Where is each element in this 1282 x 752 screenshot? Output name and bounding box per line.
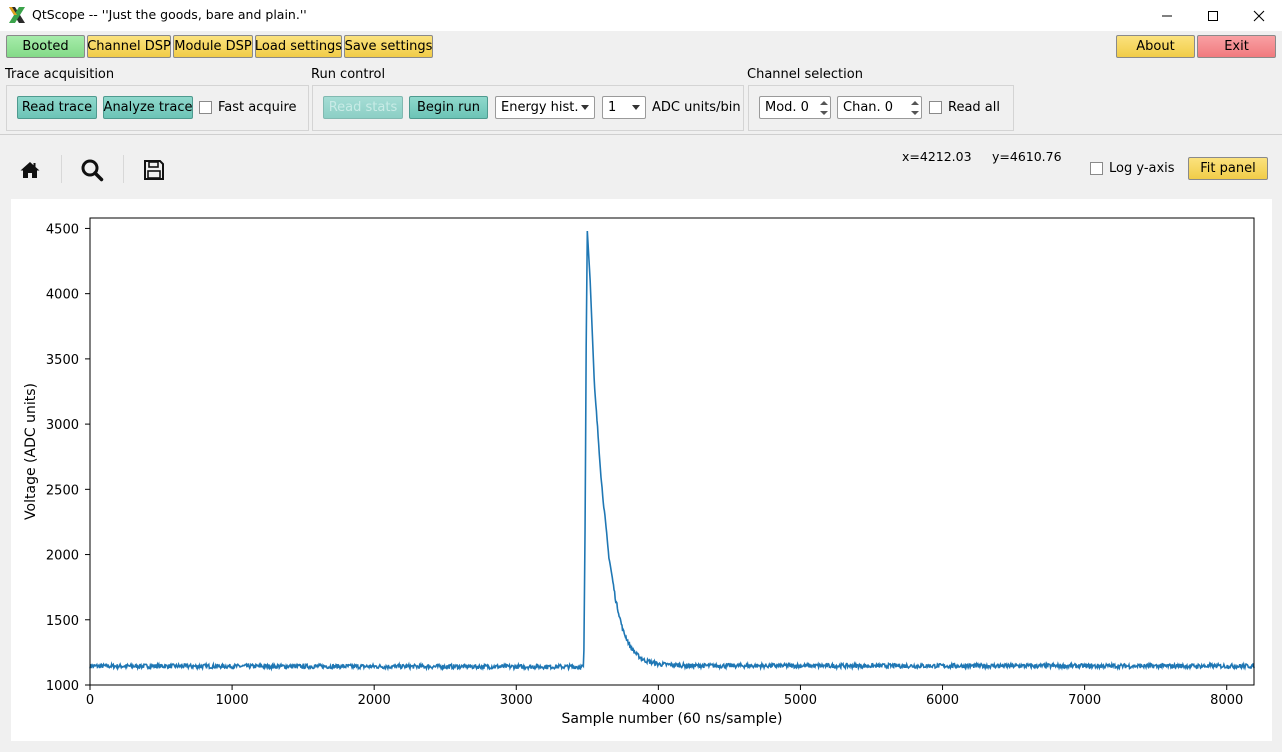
x-coordinate-readout: x=4212.03	[902, 149, 972, 164]
trace-line	[89, 230, 1255, 672]
fast-acquire-checkbox[interactable]: Fast acquire	[199, 100, 297, 115]
begin-run-button[interactable]: Begin run	[409, 96, 488, 119]
maximize-icon	[1208, 10, 1218, 21]
minimize-button[interactable]	[1144, 0, 1190, 31]
tool-divider	[61, 155, 62, 183]
about-button[interactable]: About	[1116, 35, 1195, 58]
channel-selection-label: Channel selection	[747, 67, 863, 82]
trace-acquisition-label: Trace acquisition	[5, 67, 115, 82]
bin-size-select[interactable]: 1	[602, 96, 646, 119]
x-tick-label: 1000	[216, 693, 249, 708]
read-stats-button-disabled: Read stats	[323, 96, 403, 119]
zoom-button[interactable]	[77, 155, 107, 185]
x-tick-label: 7000	[1068, 693, 1101, 708]
module-value: Mod. 0	[765, 100, 809, 115]
run-type-select[interactable]: Energy hist.	[495, 96, 595, 119]
home-icon	[20, 162, 40, 178]
channel-up-arrow-icon[interactable]	[908, 98, 921, 108]
module-spinbox[interactable]: Mod. 0	[759, 96, 831, 119]
channel-spinbox[interactable]: Chan. 0	[837, 96, 922, 119]
x-tick-label: 6000	[926, 693, 959, 708]
module-dsp-button[interactable]: Module DSP	[173, 35, 253, 58]
run-type-value: Energy hist.	[501, 100, 579, 115]
channel-dsp-button[interactable]: Channel DSP	[87, 35, 171, 58]
x-tick-label: 5000	[784, 693, 817, 708]
y-coordinate-readout: y=4610.76	[992, 149, 1062, 164]
tool-divider	[123, 155, 124, 183]
bin-size-value: 1	[608, 100, 617, 115]
x-tick-label: 3000	[500, 693, 533, 708]
plot-frame	[89, 217, 1255, 686]
x-tick-label: 0	[86, 693, 94, 708]
y-tick-label: 2500	[46, 483, 79, 498]
plot-canvas[interactable]: 0 1000 2000 3000 4000 5000 6000 7000 8000 1000 15…	[11, 199, 1272, 741]
maximize-button[interactable]	[1190, 0, 1236, 31]
y-tick-label: 3000	[46, 418, 79, 433]
read-all-checkbox[interactable]: Read all	[929, 100, 1000, 115]
close-window-button[interactable]	[1236, 0, 1282, 31]
x-axis-ticks: 0 1000 2000 3000 4000 5000 6000 7000 8000	[86, 685, 1243, 708]
log-y-axis-label: Log y-axis	[1109, 161, 1175, 176]
channel-down-arrow-icon[interactable]	[908, 108, 921, 118]
close-icon	[1253, 10, 1265, 21]
analyze-trace-button[interactable]: Analyze trace	[103, 96, 193, 119]
read-trace-button[interactable]: Read trace	[17, 96, 97, 119]
save-figure-button[interactable]	[139, 155, 169, 185]
trace-chart[interactable]: 0 1000 2000 3000 4000 5000 6000 7000 8000 1000 15…	[11, 199, 1272, 741]
chevron-down-icon	[632, 105, 640, 110]
save-icon	[144, 160, 164, 180]
toolbar-separator	[0, 134, 1282, 135]
module-down-arrow-icon[interactable]	[817, 108, 830, 118]
zoom-icon	[81, 159, 104, 182]
x-tick-label: 2000	[358, 693, 391, 708]
channel-value: Chan. 0	[843, 100, 894, 115]
x-axis-label: Sample number (60 ns/sample)	[561, 711, 782, 727]
fit-panel-button[interactable]: Fit panel	[1188, 157, 1268, 180]
app-logo-icon	[9, 7, 25, 23]
y-tick-label: 1500	[46, 614, 79, 629]
x-tick-label: 8000	[1210, 693, 1243, 708]
y-tick-label: 2000	[46, 549, 79, 564]
y-axis-label: Voltage (ADC units)	[23, 383, 39, 520]
home-button[interactable]	[15, 155, 45, 185]
y-axis-ticks: 1000 1500 2000 2500 3000 3500 4000 4500	[46, 222, 90, 694]
chevron-down-icon	[581, 105, 589, 110]
title-bar: QtScope -- ''Just the goods, bare and pl…	[0, 0, 1282, 31]
y-tick-label: 1000	[46, 679, 79, 694]
y-tick-label: 4500	[46, 222, 79, 237]
exit-button[interactable]: Exit	[1197, 35, 1276, 58]
read-all-label: Read all	[948, 100, 1000, 115]
y-tick-label: 3500	[46, 353, 79, 368]
module-up-arrow-icon[interactable]	[817, 98, 830, 108]
log-y-axis-box[interactable]	[1090, 162, 1103, 175]
minimize-icon	[1162, 15, 1172, 16]
log-y-axis-checkbox[interactable]: Log y-axis	[1090, 161, 1175, 176]
fast-acquire-box[interactable]	[199, 101, 212, 114]
run-control-label: Run control	[311, 67, 386, 82]
window-title: QtScope -- ''Just the goods, bare and pl…	[32, 7, 307, 22]
read-all-box[interactable]	[929, 101, 942, 114]
save-settings-button[interactable]: Save settings	[344, 35, 433, 58]
fast-acquire-label: Fast acquire	[218, 100, 297, 115]
bin-unit-label: ADC units/bin	[652, 100, 741, 115]
x-tick-label: 4000	[642, 693, 675, 708]
y-tick-label: 4000	[46, 288, 79, 303]
booted-button[interactable]: Booted	[6, 35, 85, 58]
load-settings-button[interactable]: Load settings	[255, 35, 342, 58]
